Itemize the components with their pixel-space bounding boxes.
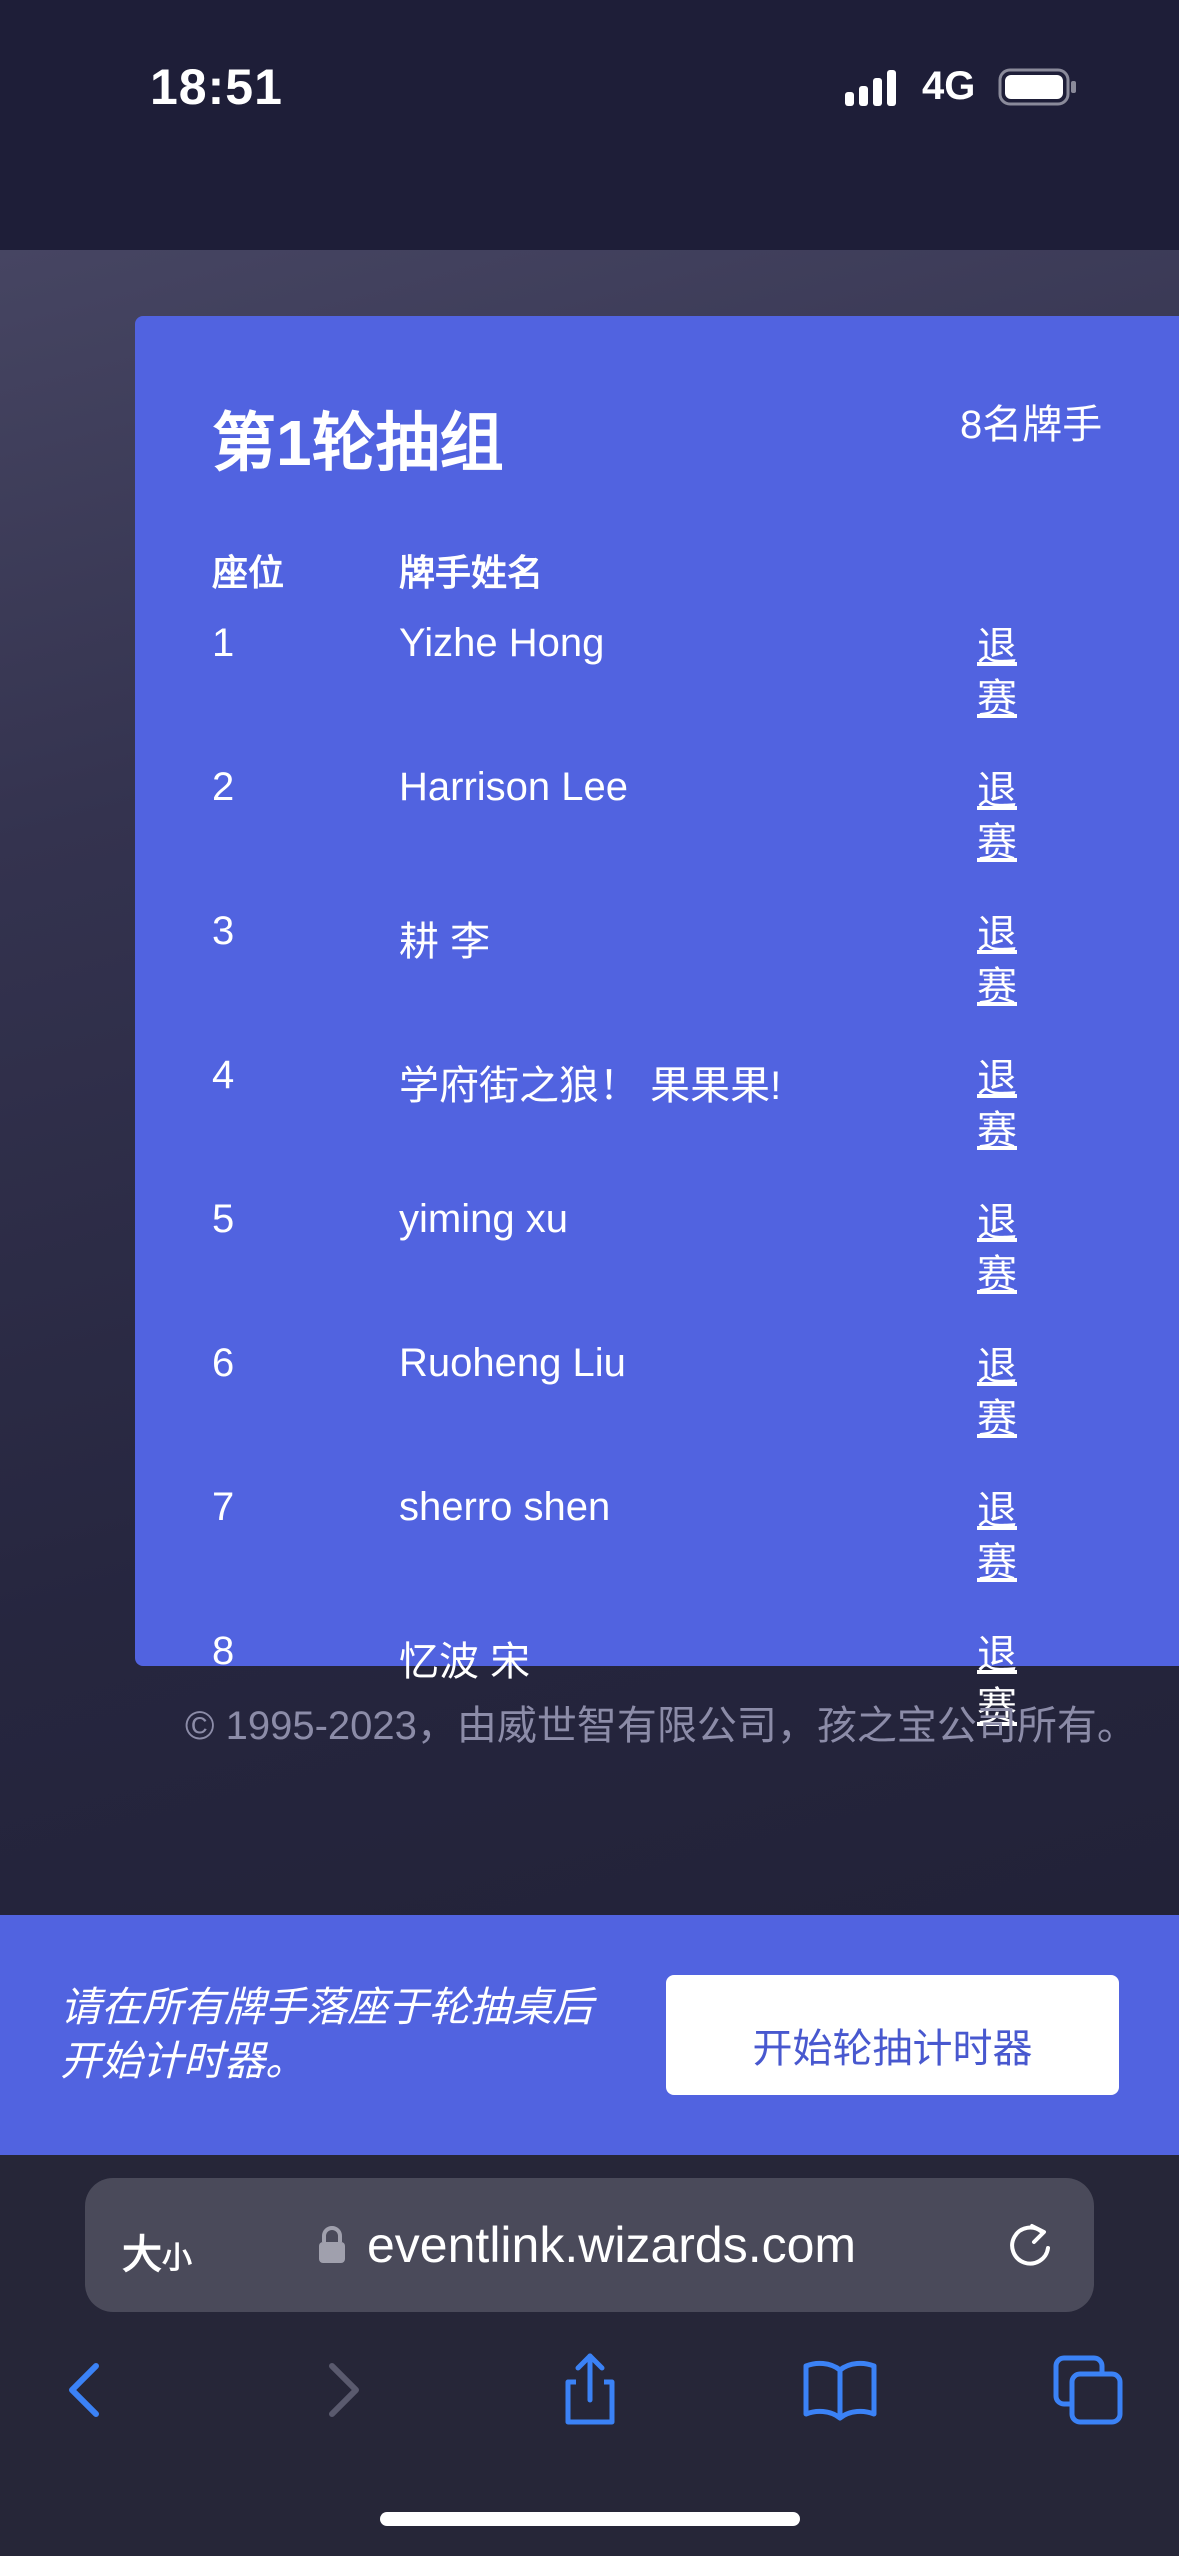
start-draft-timer-button[interactable]: 开始轮抽计时器 — [666, 1975, 1119, 2095]
reload-icon[interactable] — [1002, 2218, 1058, 2274]
lock-icon — [319, 2226, 345, 2263]
seat-number: 2 — [212, 765, 235, 809]
player-name: sherro shen — [399, 1485, 611, 1529]
table-row: 2 Harrison Lee 退赛 — [135, 765, 1179, 909]
player-count: 8名牌手 — [960, 403, 1103, 447]
address-bar[interactable]: 大小 eventlink.wizards.com — [85, 2178, 1094, 2312]
player-name: 学府街之狼！ 果果果! — [399, 1064, 782, 1108]
status-bar: 18:51 4G — [0, 0, 1179, 250]
column-header-seat: 座位 — [212, 552, 285, 593]
drop-player-link[interactable]: 退赛 — [977, 765, 1021, 869]
status-time: 18:51 — [150, 59, 283, 115]
drop-player-link[interactable]: 退赛 — [977, 1485, 1021, 1589]
column-header-name: 牌手姓名 — [399, 552, 544, 593]
seat-number: 1 — [212, 621, 235, 665]
seat-number: 3 — [212, 909, 235, 953]
page-title: 第1轮抽组 — [212, 407, 504, 479]
player-name: Yizhe Hong — [399, 621, 605, 665]
player-name: yiming xu — [399, 1197, 568, 1241]
table-row: 3 耕 李 退赛 — [135, 909, 1179, 1053]
table-row: 5 yiming xu 退赛 — [135, 1197, 1179, 1341]
player-name: 耕 李 — [399, 920, 491, 964]
share-icon[interactable] — [550, 2350, 630, 2430]
timer-action-bar: 请在所有牌手落座于轮抽桌后开始计时器。 开始轮抽计时器 — [0, 1915, 1179, 2155]
cellular-signal-icon — [845, 70, 896, 106]
url-text[interactable]: eventlink.wizards.com — [367, 2216, 856, 2274]
back-icon[interactable] — [48, 2350, 128, 2430]
forward-icon[interactable] — [300, 2350, 380, 2430]
drop-player-link[interactable]: 退赛 — [977, 1341, 1021, 1445]
battery-icon — [998, 68, 1076, 106]
table-row: 1 Yizhe Hong 退赛 — [135, 621, 1179, 765]
table-row: 7 sherro shen 退赛 — [135, 1485, 1179, 1629]
timer-instruction: 请在所有牌手落座于轮抽桌后开始计时器。 — [60, 1984, 593, 2084]
drop-player-link[interactable]: 退赛 — [977, 909, 1021, 1013]
browser-toolbar: 大小 eventlink.wizards.com — [0, 2155, 1179, 2556]
seat-number: 8 — [212, 1629, 235, 1673]
player-name: Ruoheng Liu — [399, 1341, 626, 1385]
text-size-small-label: 小 — [162, 2242, 192, 2275]
seat-number: 4 — [212, 1053, 235, 1097]
home-indicator — [380, 2512, 800, 2526]
table-row: 4 学府街之狼！ 果果果! 退赛 — [135, 1053, 1179, 1197]
seat-number: 6 — [212, 1341, 235, 1385]
player-name: 忆波 宋 — [399, 1640, 531, 1684]
network-type: 4G — [922, 64, 976, 108]
seat-number: 5 — [212, 1197, 235, 1241]
bookmarks-icon[interactable] — [800, 2350, 880, 2430]
draft-pod-card: 第1轮抽组 8名牌手 座位 牌手姓名 1 Yizhe Hong 退赛 2 Har… — [135, 316, 1179, 1729]
seat-number: 7 — [212, 1485, 235, 1529]
text-size-large-label: 大 — [122, 2233, 162, 2277]
tabs-icon[interactable] — [1048, 2350, 1128, 2430]
player-name: Harrison Lee — [399, 765, 629, 809]
table-row: 6 Ruoheng Liu 退赛 — [135, 1341, 1179, 1485]
text-size-button[interactable]: 大小 — [122, 2222, 192, 2280]
drop-player-link[interactable]: 退赛 — [977, 1197, 1021, 1301]
drop-player-link[interactable]: 退赛 — [977, 621, 1021, 725]
copyright-text: © 1995-2023，由威世智有限公司，孩之宝公司所有。 — [185, 1704, 1137, 1748]
web-content: 第1轮抽组 8名牌手 座位 牌手姓名 1 Yizhe Hong 退赛 2 Har… — [0, 250, 1179, 1915]
drop-player-link[interactable]: 退赛 — [977, 1053, 1021, 1157]
